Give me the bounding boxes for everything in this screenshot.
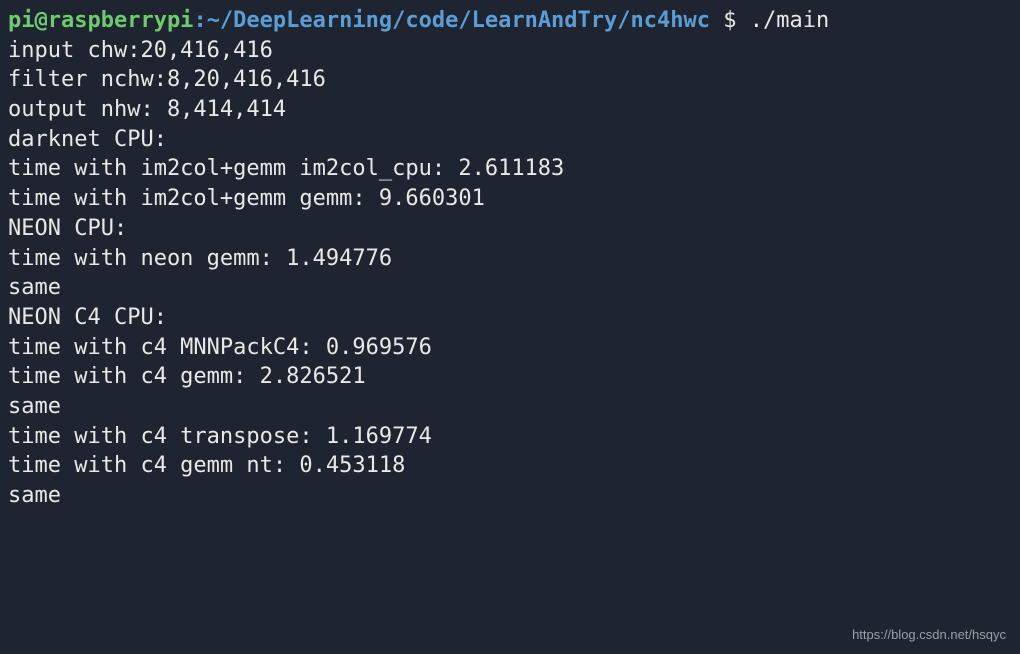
output-line: same <box>8 392 1012 422</box>
output-line: darknet CPU: <box>8 125 1012 155</box>
prompt-line: pi@raspberrypi:~/DeepLearning/code/Learn… <box>8 6 1012 36</box>
output-line: NEON CPU: <box>8 214 1012 244</box>
output-line: time with neon gemm: 1.494776 <box>8 244 1012 274</box>
output-line: time with im2col+gemm gemm: 9.660301 <box>8 184 1012 214</box>
watermark-text: https://blog.csdn.net/hsqyc <box>852 626 1006 644</box>
output-line: NEON C4 CPU: <box>8 303 1012 333</box>
terminal-window[interactable]: pi@raspberrypi:~/DeepLearning/code/Learn… <box>8 6 1012 511</box>
command-input[interactable]: ./main <box>750 8 829 33</box>
output-line: same <box>8 481 1012 511</box>
output-line: time with c4 MNNPackC4: 0.969576 <box>8 333 1012 363</box>
prompt-user: pi@raspberrypi <box>8 8 193 33</box>
output-line: time with c4 gemm nt: 0.453118 <box>8 451 1012 481</box>
output-line: same <box>8 273 1012 303</box>
output-line: time with im2col+gemm im2col_cpu: 2.6111… <box>8 154 1012 184</box>
output-line: output nhw: 8,414,414 <box>8 95 1012 125</box>
prompt-separator: : <box>193 8 206 33</box>
output-line: filter nchw:8,20,416,416 <box>8 65 1012 95</box>
prompt-path: ~/DeepLearning/code/LearnAndTry/nc4hwc <box>207 8 724 33</box>
output-line: time with c4 transpose: 1.169774 <box>8 422 1012 452</box>
output-line: time with c4 gemm: 2.826521 <box>8 362 1012 392</box>
output-line: input chw:20,416,416 <box>8 36 1012 66</box>
prompt-symbol: $ <box>723 8 750 33</box>
